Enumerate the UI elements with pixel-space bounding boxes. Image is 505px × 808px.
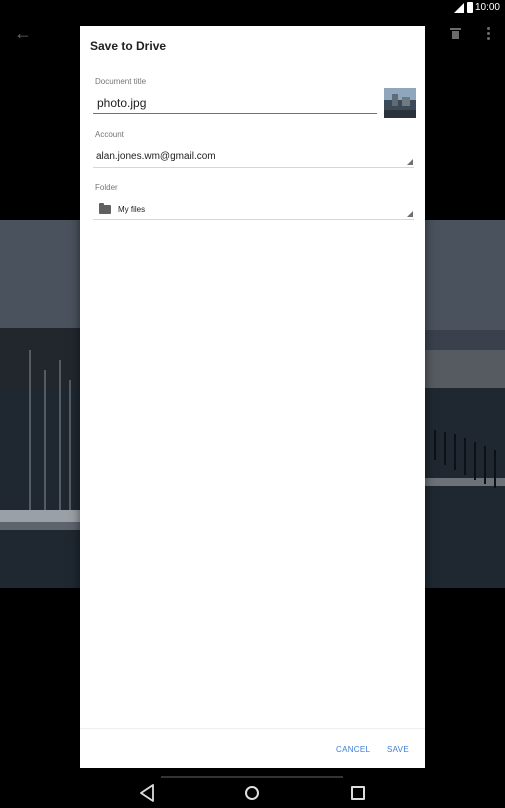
nav-home-icon[interactable] <box>245 786 259 800</box>
folder-icon <box>99 203 111 214</box>
save-to-drive-dialog: Save to Drive Document title Account ala… <box>80 26 425 768</box>
signal-icon <box>454 3 464 13</box>
account-select[interactable]: alan.jones.wm@gmail.com <box>93 148 414 168</box>
status-bar: 10:00 <box>0 0 505 16</box>
trash-icon[interactable] <box>450 28 461 39</box>
folder-select[interactable]: My files <box>93 200 414 220</box>
keyboard-handle <box>161 776 343 778</box>
status-time: 10:00 <box>474 2 500 13</box>
dropdown-arrow-icon <box>407 211 413 217</box>
dialog-title: Save to Drive <box>90 39 167 53</box>
nav-back-icon[interactable] <box>139 784 155 802</box>
account-label: Account <box>95 130 124 139</box>
document-title-label: Document title <box>95 77 147 86</box>
dialog-actions: CANCEL SAVE <box>80 728 425 768</box>
cancel-button[interactable]: CANCEL <box>336 745 370 754</box>
document-title-input[interactable] <box>93 92 377 114</box>
dropdown-arrow-icon <box>407 159 413 165</box>
nav-recents-icon[interactable] <box>351 786 365 800</box>
navigation-bar <box>0 776 505 808</box>
back-arrow-icon[interactable]: ← <box>14 22 32 44</box>
save-button[interactable]: SAVE <box>387 745 409 754</box>
folder-label: Folder <box>95 183 118 192</box>
photo-thumbnail <box>384 88 416 118</box>
battery-icon <box>467 2 473 13</box>
more-vert-icon[interactable] <box>487 27 491 41</box>
folder-value: My files <box>118 205 146 214</box>
account-value: alan.jones.wm@gmail.com <box>96 151 216 162</box>
